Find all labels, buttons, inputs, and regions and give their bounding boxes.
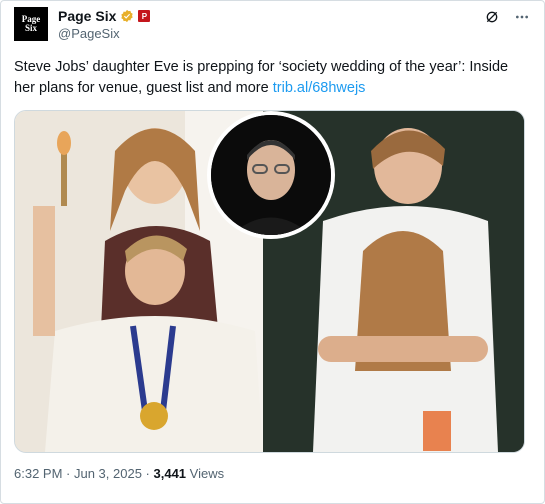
handle[interactable]: @PageSix	[58, 26, 120, 41]
tweet-meta: 6:32 PM · Jun 3, 2025 · 3,441 Views	[14, 466, 224, 481]
affiliate-badge: P	[138, 10, 151, 22]
inset-portrait	[207, 111, 335, 239]
meta-separator: ·	[62, 466, 74, 481]
tweet-link[interactable]: trib.al/68hwejs	[273, 80, 366, 96]
grok-icon[interactable]	[483, 8, 501, 26]
more-icon[interactable]	[513, 8, 531, 26]
name-row: Page Six P	[58, 8, 151, 24]
display-name[interactable]: Page Six	[58, 8, 116, 24]
views-count: 3,441	[153, 466, 187, 481]
top-actions	[483, 8, 531, 26]
tweet-text: Steve Jobs’ daughter Eve is prepping for…	[14, 57, 524, 99]
meta-separator: ·	[141, 466, 154, 481]
tweet-media[interactable]	[14, 110, 525, 453]
tweet-time[interactable]: 6:32 PM	[14, 466, 62, 481]
tweet-date[interactable]: Jun 3, 2025	[74, 466, 142, 481]
tweet-body: Steve Jobs’ daughter Eve is prepping for…	[14, 59, 509, 96]
avatar-line2: Six	[24, 23, 37, 33]
views-label: Views	[186, 466, 225, 481]
verified-gold-icon	[121, 9, 134, 23]
avatar[interactable]: Page Six	[14, 7, 48, 41]
